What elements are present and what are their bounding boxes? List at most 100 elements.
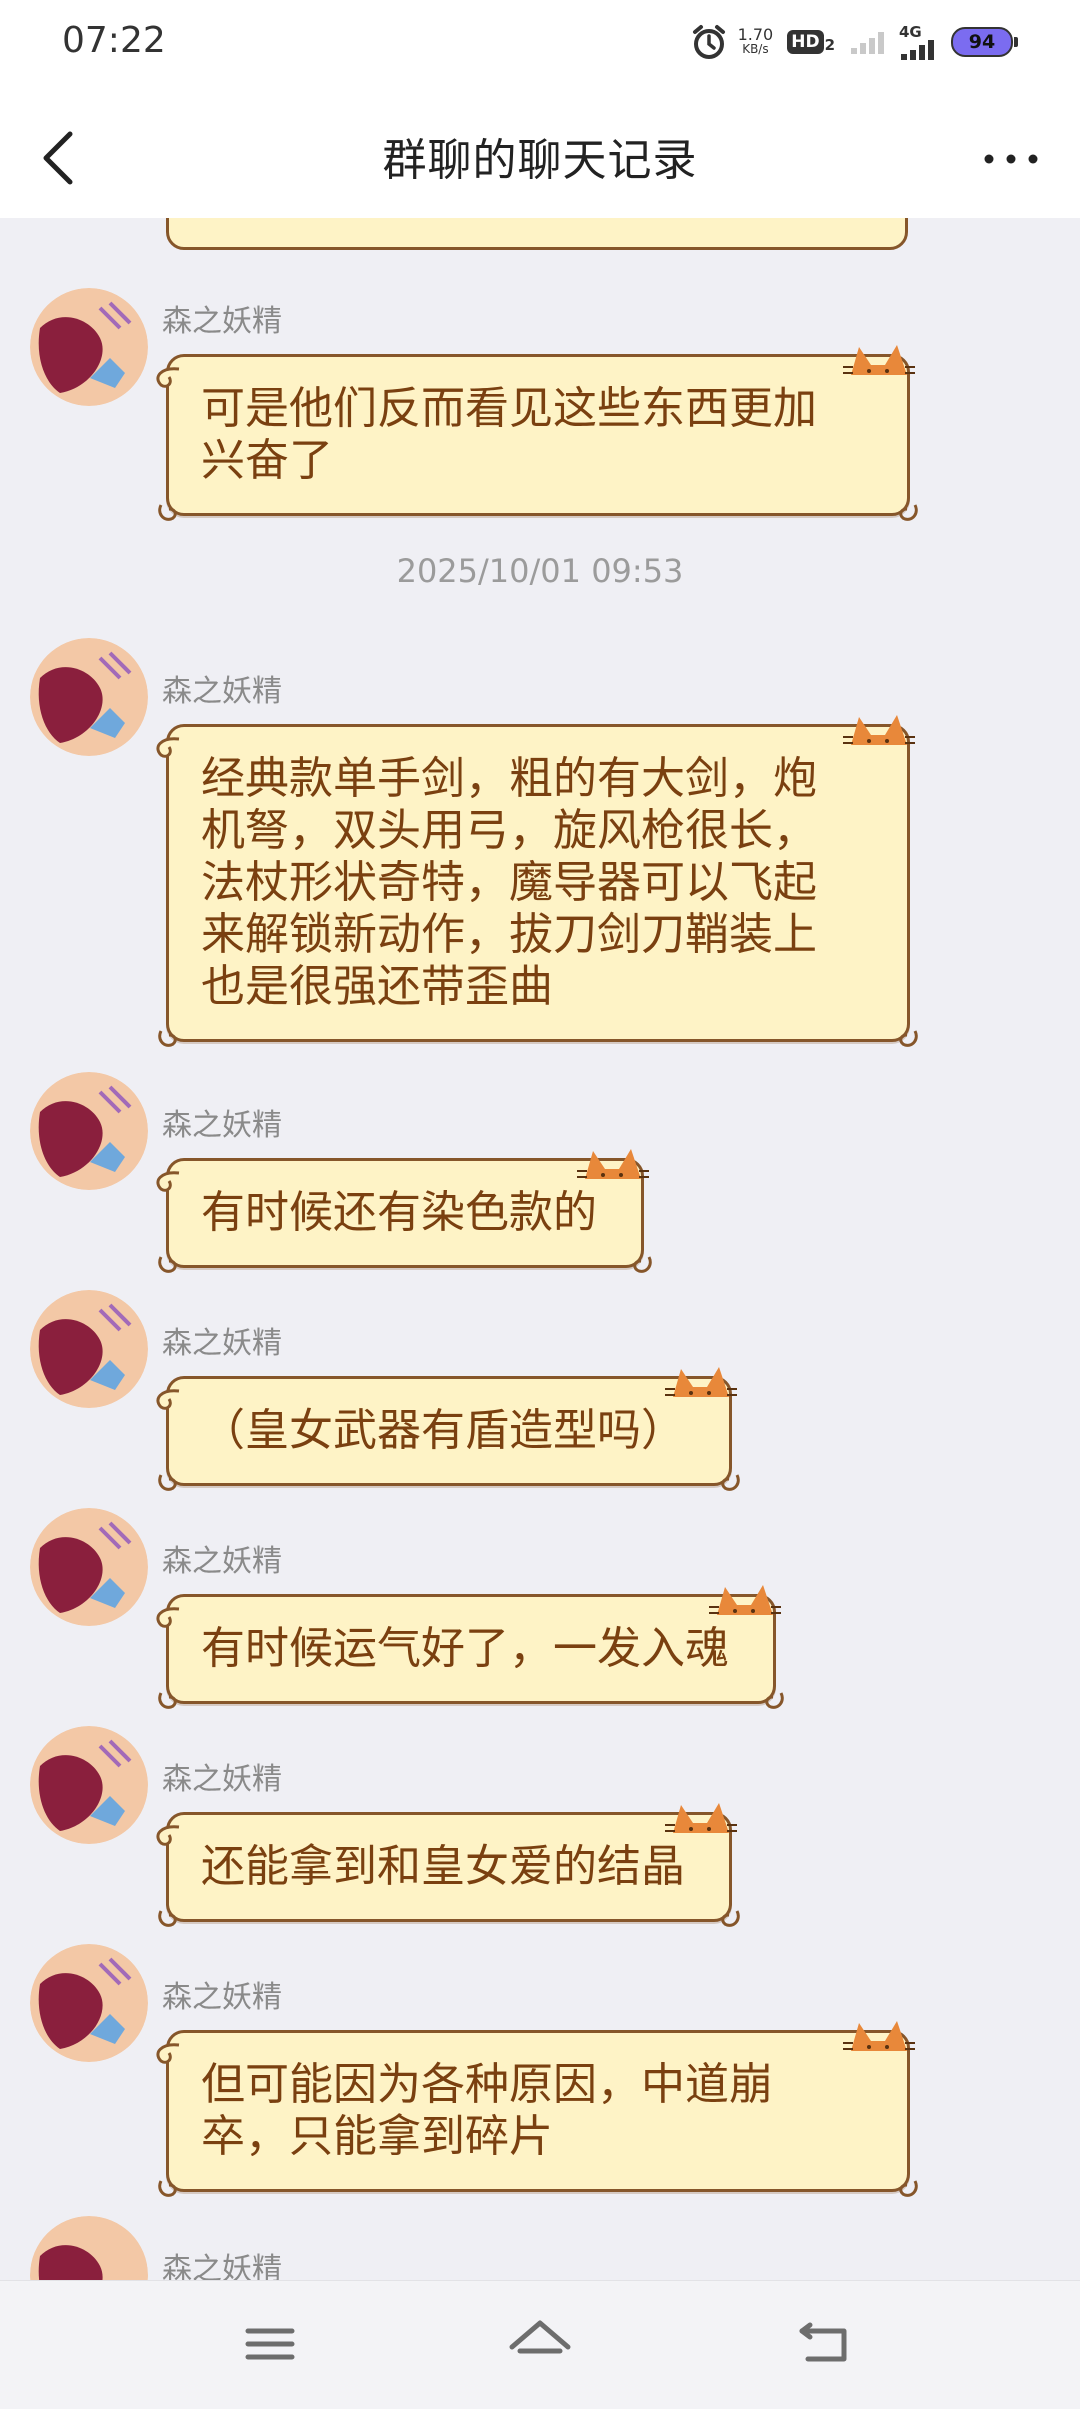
message-line: 有时候运气好了，一发入魂 bbox=[201, 1623, 729, 1674]
network-label: 4G bbox=[899, 22, 922, 41]
sender-name: 森之妖精 bbox=[162, 1108, 282, 1143]
message-bubble[interactable]: 经典款单手剑，粗的有大剑，炮 机弩，双头用弓，旋风枪很长， 法杖形状奇特，魔导器… bbox=[156, 715, 918, 1047]
net-speed-unit: KB/s bbox=[742, 42, 769, 56]
message-bubble[interactable]: 有时候还有染色款的 bbox=[156, 1149, 652, 1273]
message-line: 兴奋了 bbox=[201, 435, 333, 486]
message-line: 也是很强还带歪曲 bbox=[201, 961, 553, 1012]
chat-list[interactable]: 森之妖精 可是他们反而看见这些东西更加 兴奋了 2025/10/01 09:53 bbox=[0, 218, 1080, 2280]
scroll-curl-icon bbox=[765, 1692, 784, 1709]
signal-weak-icon bbox=[851, 32, 884, 54]
message-bubble-partial bbox=[166, 218, 908, 250]
status-time: 07:22 bbox=[62, 20, 166, 61]
scroll-curl-icon bbox=[156, 367, 180, 388]
avatar[interactable] bbox=[30, 2216, 148, 2280]
status-icons: 1.70 KB/s HD 2 4G 94 bbox=[690, 24, 1018, 60]
title-bar: 群聊的聊天记录 bbox=[0, 84, 1080, 218]
scroll-curl-icon bbox=[158, 1030, 177, 1047]
avatar[interactable] bbox=[30, 638, 148, 756]
avatar[interactable] bbox=[30, 1944, 148, 2062]
message-line: 但可能因为各种原因，中道崩 bbox=[201, 2059, 773, 2110]
message-bubble[interactable]: 可是他们反而看见这些东西更加 兴奋了 bbox=[156, 345, 918, 521]
timestamp: 2025/10/01 09:53 bbox=[396, 552, 684, 590]
sender-name: 森之妖精 bbox=[162, 1762, 282, 1797]
cat-ears-icon bbox=[577, 1149, 649, 1179]
cat-ears-icon bbox=[665, 1367, 737, 1397]
home-icon bbox=[509, 2320, 571, 2354]
sender-name: 森之妖精 bbox=[162, 304, 282, 339]
scroll-curl-icon bbox=[156, 2043, 180, 2064]
back-nav-button[interactable] bbox=[786, 2309, 866, 2379]
message-line: （皇女武器有盾造型吗） bbox=[201, 1405, 685, 1456]
avatar[interactable] bbox=[30, 1290, 148, 1408]
message-line: 可是他们反而看见这些东西更加 bbox=[201, 383, 817, 434]
scroll-curl-icon bbox=[899, 2180, 918, 2197]
message-line: 机弩，双头用弓，旋风枪很长， bbox=[201, 805, 817, 856]
net-speed: 1.70 KB/s bbox=[738, 27, 774, 57]
scroll-curl-icon bbox=[156, 1607, 180, 1628]
scroll-curl-icon bbox=[156, 737, 180, 758]
message-item: 森之妖精 有时候运气好了，一发入魂 bbox=[0, 1508, 1080, 1718]
avatar[interactable] bbox=[30, 1072, 148, 1190]
message-line: 还能拿到和皇女爱的结晶 bbox=[201, 1841, 685, 1892]
message-item: 森之妖精 有时候还有染色款的 bbox=[0, 1072, 1080, 1282]
scroll-curl-icon bbox=[158, 1474, 177, 1491]
scroll-curl-icon bbox=[899, 1030, 918, 1047]
hd-icon: HD 2 bbox=[787, 30, 835, 54]
cat-ears-icon bbox=[843, 715, 915, 745]
menu-icon bbox=[245, 2328, 295, 2360]
message-bubble[interactable]: 但可能因为各种原因，中道崩 卒，只能拿到碎片 bbox=[156, 2021, 918, 2197]
cat-ears-icon bbox=[665, 1803, 737, 1833]
alarm-icon bbox=[692, 25, 725, 59]
battery-icon: 94 bbox=[951, 27, 1018, 57]
message-line: 法杖形状奇特，魔导器可以飞起 bbox=[201, 857, 817, 908]
sender-name: 森之妖精 bbox=[162, 1326, 282, 1361]
message-line: 有时候还有染色款的 bbox=[201, 1187, 597, 1238]
cat-ears-icon bbox=[709, 1585, 781, 1615]
signal-4g-icon: 4G bbox=[899, 22, 941, 60]
avatar[interactable] bbox=[30, 1726, 148, 1844]
message-bubble[interactable]: （皇女武器有盾造型吗） bbox=[156, 1367, 740, 1491]
scroll-curl-icon bbox=[156, 1171, 180, 1192]
more-button[interactable] bbox=[976, 134, 1046, 184]
scroll-curl-icon bbox=[156, 1389, 180, 1410]
status-bar: 07:22 1.70 KB/s HD 2 4G 94 bbox=[0, 0, 1080, 84]
avatar[interactable] bbox=[30, 288, 148, 406]
sender-name: 森之妖精 bbox=[162, 1544, 282, 1579]
battery-level: 94 bbox=[968, 31, 996, 53]
scroll-curl-icon bbox=[721, 1910, 740, 1927]
more-horizontal-icon bbox=[984, 154, 1038, 164]
message-bubble[interactable]: 有时候运气好了，一发入魂 bbox=[156, 1585, 784, 1709]
hd-label: HD bbox=[787, 30, 824, 54]
message-item: 森之妖精 经典款单手剑，粗的有大剑，炮 机弩，双头用弓，旋风枪很长， 法杖形状奇… bbox=[0, 638, 1080, 1058]
page-title: 群聊的聊天记录 bbox=[382, 135, 698, 186]
sender-name: 森之妖精 bbox=[162, 674, 282, 709]
scroll-curl-icon bbox=[899, 504, 918, 521]
scroll-curl-icon bbox=[158, 2180, 177, 2197]
message-item: 森之妖精 还能拿到和皇女爱的结晶 bbox=[0, 1726, 1080, 1936]
system-nav-bar bbox=[0, 2280, 1080, 2409]
message-item: 森之妖精 但可能因为各种原因，中道崩 卒，只能拿到碎片 bbox=[0, 1944, 1080, 2214]
cat-ears-icon bbox=[843, 2021, 915, 2051]
scroll-curl-icon bbox=[158, 1692, 177, 1709]
message-line: 经典款单手剑，粗的有大剑，炮 bbox=[201, 753, 817, 804]
chat-history-screen: 07:22 1.70 KB/s HD 2 4G 94 群聊的聊天记录 森之妖精 … bbox=[0, 0, 1080, 2409]
message-bubble[interactable]: 还能拿到和皇女爱的结晶 bbox=[156, 1803, 740, 1927]
back-icon bbox=[799, 2322, 847, 2362]
message-item: 森之妖精 bbox=[0, 2216, 1080, 2280]
scroll-curl-icon bbox=[158, 1910, 177, 1927]
message-item: 森之妖精 可是他们反而看见这些东西更加 兴奋了 bbox=[0, 268, 1080, 521]
hd-sub: 2 bbox=[824, 36, 835, 54]
scroll-curl-icon bbox=[158, 1256, 177, 1273]
cat-ears-icon bbox=[843, 345, 915, 375]
scroll-curl-icon bbox=[633, 1256, 652, 1273]
message-item: 森之妖精 （皇女武器有盾造型吗） bbox=[0, 1290, 1080, 1500]
net-speed-value: 1.70 bbox=[737, 25, 774, 44]
scroll-curl-icon bbox=[721, 1474, 740, 1491]
sender-name: 森之妖精 bbox=[162, 2252, 282, 2280]
menu-button[interactable] bbox=[230, 2309, 310, 2379]
message-line: 来解锁新动作，拔刀剑刀鞘装上 bbox=[201, 909, 817, 960]
scroll-curl-icon bbox=[158, 504, 177, 521]
avatar[interactable] bbox=[30, 1508, 148, 1626]
home-button[interactable] bbox=[500, 2309, 580, 2379]
message-line: 卒，只能拿到碎片 bbox=[201, 2111, 553, 2162]
